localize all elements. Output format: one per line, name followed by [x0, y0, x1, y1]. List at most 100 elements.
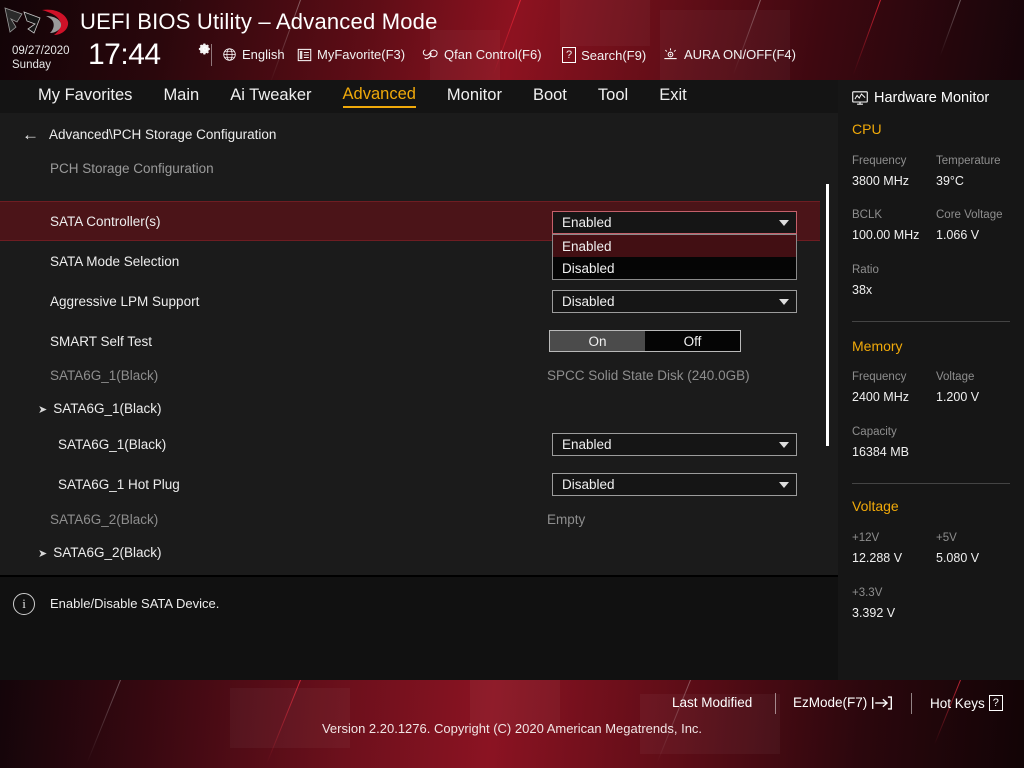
mem-frequency-value: 2400 MHz: [852, 390, 909, 404]
toggle-option-off[interactable]: Off: [645, 331, 740, 351]
core-voltage-key: Core Voltage: [936, 209, 1003, 221]
app-footer: Last Modified EzMode(F7) Hot Keys ? Vers…: [0, 680, 1024, 768]
hw-section-voltage-title: Voltage: [852, 498, 899, 514]
date-value: 09/27/2020: [12, 45, 70, 57]
tab-tool[interactable]: Tool: [598, 86, 628, 107]
tab-exit[interactable]: Exit: [659, 86, 687, 107]
last-modified-label: Last Modified: [672, 695, 753, 710]
sata-controllers-value: Enabled: [562, 215, 612, 230]
last-modified-button[interactable]: Last Modified: [672, 695, 752, 710]
v33-key: +3.3V: [852, 587, 883, 599]
row-sata6g1-hot-plug[interactable]: SATA6G_1 Hot Plug Disabled: [0, 464, 820, 504]
cpu-temperature-key: Temperature: [936, 155, 1001, 167]
hot-keys-button[interactable]: Hot Keys ?: [930, 695, 1003, 711]
core-voltage-value: 1.066 V: [936, 228, 980, 242]
dropdown-option-enabled[interactable]: Enabled: [553, 235, 796, 257]
cpu-temperature-value: 39°C: [936, 174, 964, 188]
settings-panel: ← Advanced\PCH Storage Configuration PCH…: [0, 113, 838, 575]
v12-value: 12.288 V: [852, 551, 903, 565]
row-label: ➤ SATA6G_1(Black): [38, 401, 162, 416]
header-decor-streak: [939, 0, 961, 57]
row-label: ➤ SATA6G_2(Black): [38, 545, 162, 560]
bclk-value: 100.00 MHz: [852, 228, 920, 242]
sata6g1-device-value: SPCC Solid State Disk (240.0GB): [547, 367, 750, 383]
header-decor-block: [560, 0, 650, 46]
ratio-key: Ratio: [852, 264, 879, 276]
myfavorite-button[interactable]: MyFavorite(F3): [297, 47, 405, 62]
row-label: SATA6G_2(Black): [50, 511, 159, 527]
dropdown-option-disabled[interactable]: Disabled: [553, 257, 796, 279]
breadcrumb[interactable]: ← Advanced\PCH Storage Configuration: [22, 126, 276, 143]
search-label: Search(F9): [581, 47, 647, 63]
tab-ai-tweaker[interactable]: Ai Tweaker: [230, 86, 311, 107]
hardware-monitor-title: Hardware Monitor: [852, 90, 989, 106]
hardware-monitor-panel: Hardware Monitor CPU Frequency 3800 MHz …: [838, 80, 1024, 680]
language-selector[interactable]: English: [222, 47, 285, 62]
page-title: UEFI BIOS Utility – Advanced Mode: [80, 9, 438, 34]
chevron-right-icon: ➤: [38, 547, 48, 560]
smart-self-test-toggle[interactable]: On Off: [549, 330, 741, 352]
footer-decor-block: [230, 688, 350, 748]
mem-capacity-key: Capacity: [852, 426, 897, 438]
aggressive-lpm-combo[interactable]: Disabled: [552, 290, 797, 313]
sata6g1-enable-value: Enabled: [562, 437, 612, 452]
row-sata6g2-submenu[interactable]: ➤ SATA6G_2(Black): [0, 532, 820, 572]
sata-controllers-dropdown[interactable]: Enabled Disabled: [552, 234, 797, 280]
sata6g1-hot-plug-combo[interactable]: Disabled: [552, 473, 797, 496]
hot-keys-label: Hot Keys: [930, 695, 985, 711]
search-button[interactable]: ? Search(F9): [562, 47, 646, 63]
v33-value: 3.392 V: [852, 606, 896, 620]
sata-controllers-combo[interactable]: Enabled: [552, 211, 797, 234]
system-clock: 17:44: [88, 38, 161, 71]
row-sata6g1-submenu[interactable]: ➤ SATA6G_1(Black): [0, 388, 820, 428]
header-decor-streak: [852, 0, 881, 76]
sata6g1-enable-combo[interactable]: Enabled: [552, 433, 797, 456]
row-label: SATA Controller(s): [50, 213, 161, 229]
breadcrumb-label: Advanced\PCH Storage Configuration: [49, 127, 277, 142]
rog-logo: [4, 7, 69, 36]
info-bar: i Enable/Disable SATA Device.: [0, 575, 838, 680]
back-arrow-icon[interactable]: ←: [22, 126, 39, 143]
question-box-icon: ?: [562, 47, 577, 63]
mem-voltage-value: 1.200 V: [936, 390, 980, 404]
footer-divider: [911, 693, 912, 714]
qfan-control-button[interactable]: Qfan Control(F6): [422, 47, 542, 62]
ezmode-button[interactable]: EzMode(F7): [793, 695, 893, 710]
chevron-down-icon: [779, 441, 789, 448]
toggle-option-on[interactable]: On: [550, 331, 645, 351]
tab-my-favorites[interactable]: My Favorites: [38, 86, 132, 107]
tab-advanced[interactable]: Advanced: [342, 85, 416, 108]
row-label: SATA6G_1(Black): [50, 367, 159, 383]
header-decor-block: [660, 10, 790, 80]
exit-arrow-icon: [872, 695, 893, 710]
aura-label: AURA ON/OFF(F4): [684, 47, 796, 62]
row-sata6g1-enable[interactable]: SATA6G_1(Black) Enabled: [0, 424, 820, 464]
v12-key: +12V: [852, 532, 880, 544]
aura-toggle-button[interactable]: AURA ON/OFF(F4): [662, 47, 796, 62]
hardware-monitor-label: Hardware Monitor: [874, 90, 990, 106]
row-label: SATA Mode Selection: [50, 253, 180, 269]
chevron-down-icon: [779, 219, 789, 226]
language-label: English: [242, 47, 285, 62]
tab-monitor[interactable]: Monitor: [447, 86, 502, 107]
gear-icon[interactable]: [198, 42, 212, 56]
v5-key: +5V: [936, 532, 957, 544]
chevron-down-icon: [779, 481, 789, 488]
row-sata6g2-enable[interactable]: SATA6G_2(Black) Enabled: [0, 568, 820, 575]
submenu-label: SATA6G_1(Black): [53, 400, 162, 416]
cpu-frequency-value: 3800 MHz: [852, 174, 909, 188]
content-scrollbar[interactable]: [826, 184, 829, 446]
sata6g2-device-value: Empty: [547, 511, 586, 527]
row-aggressive-lpm[interactable]: Aggressive LPM Support Disabled: [0, 281, 820, 321]
ratio-value: 38x: [852, 283, 873, 297]
v5-value: 5.080 V: [936, 551, 980, 565]
sidebar-divider: [852, 483, 1010, 484]
main-navigation: My Favorites Main Ai Tweaker Advanced Mo…: [0, 80, 838, 113]
mem-capacity-value: 16384 MB: [852, 445, 909, 459]
app-header: UEFI BIOS Utility – Advanced Mode 09/27/…: [0, 0, 1024, 80]
chevron-down-icon: [779, 298, 789, 305]
globe-icon: [223, 48, 236, 61]
tab-main[interactable]: Main: [163, 86, 199, 107]
tab-boot[interactable]: Boot: [533, 86, 567, 107]
settings-rows: SATA Controller(s) Enabled SATA Mode Sel…: [0, 181, 838, 575]
